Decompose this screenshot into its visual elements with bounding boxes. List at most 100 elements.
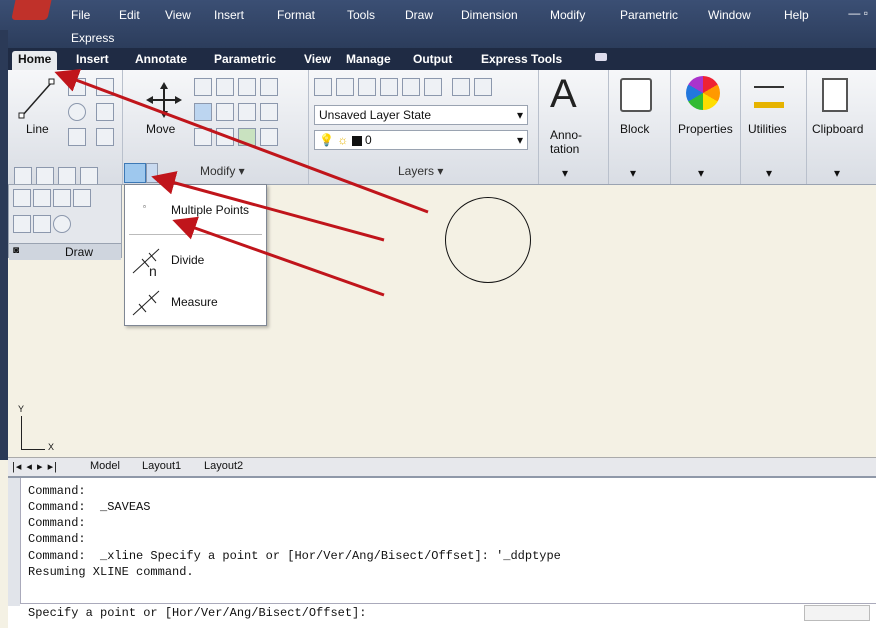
offset-icon[interactable] [216,128,234,146]
command-window-grip[interactable] [8,478,21,606]
properties-icon[interactable] [686,76,720,110]
xline-icon[interactable] [80,167,98,185]
erase-icon[interactable] [194,128,212,146]
scale-icon[interactable] [216,103,234,121]
modify-panel-title[interactable]: Modify ▾ [200,164,245,178]
wipeout-icon[interactable] [33,189,51,207]
tab-annotate[interactable]: Annotate [135,52,187,66]
menu-help[interactable]: Help [784,8,809,22]
tab-navigation-icons[interactable]: |◂ ◂ ▸ ▸| [12,460,58,473]
fillet-icon[interactable] [260,128,278,146]
gradient-icon[interactable] [13,215,31,233]
pin-icon[interactable]: ◙ [13,245,19,256]
chevron-down-icon[interactable]: ▾ [698,166,704,180]
tab-view[interactable]: View [304,52,331,66]
menu-edit[interactable]: Edit [119,8,140,22]
dropdown-item-measure[interactable]: Measure [125,283,266,323]
menu-modify[interactable]: Modify [550,8,585,22]
properties-label[interactable]: Properties [678,122,733,136]
annotation-label-2[interactable]: tation [550,142,579,156]
chevron-down-icon[interactable]: ▾ [630,166,636,180]
line-button-label[interactable]: Line [26,122,49,136]
layer-state-dropdown[interactable]: Unsaved Layer State ▾ [314,105,528,125]
block-icon[interactable] [620,78,652,112]
menu-dimension[interactable]: Dimension [461,8,518,22]
point-button-icon[interactable] [124,163,146,183]
ray-icon[interactable] [58,167,76,185]
move-button-label[interactable]: Move [146,122,175,136]
layer-states-icon[interactable] [336,78,354,96]
mirror-icon[interactable] [238,103,256,121]
layer-match-icon[interactable] [358,78,376,96]
menu-window[interactable]: Window [708,8,751,22]
circle-icon[interactable] [68,103,86,121]
tab-insert[interactable]: Insert [76,52,109,66]
boundary-icon[interactable] [53,189,71,207]
chevron-down-icon[interactable]: ▾ [562,166,568,180]
hatch-icon[interactable] [96,128,114,146]
tab-layout2[interactable]: Layout2 [204,460,243,472]
polygon-icon[interactable] [36,167,54,185]
menu-parametric[interactable]: Parametric [620,8,678,22]
copy-icon[interactable] [194,78,212,96]
menu-format[interactable]: Format [277,8,315,22]
menu-insert[interactable]: Insert [214,8,244,22]
layer-unisolate-icon[interactable] [424,78,442,96]
command-scrollbar[interactable] [804,605,870,621]
spline-icon[interactable] [96,78,114,96]
layer-dropdown[interactable]: 💡 ☼ 0 ▾ [314,130,528,150]
stretch-icon[interactable] [194,103,212,121]
dropdown-item-divide[interactable]: n Divide [125,241,266,281]
drawn-circle[interactable] [445,197,531,283]
dropdown-item-multiple-points[interactable]: ▫ Multiple Points [125,199,266,221]
revcloud-icon[interactable] [73,189,91,207]
layer-previous-icon[interactable] [380,78,398,96]
tab-model[interactable]: Model [90,460,120,472]
clipboard-icon[interactable] [822,78,848,112]
utilities-icon[interactable] [754,86,784,108]
tab-manage[interactable]: Manage [346,52,391,66]
chevron-down-icon[interactable]: ▾ [834,166,840,180]
region-icon[interactable] [13,189,31,207]
tab-layout1[interactable]: Layout1 [142,460,181,472]
array-icon[interactable] [238,128,256,146]
menu-express[interactable]: Express [71,31,114,45]
polyline-icon[interactable] [68,78,86,96]
window-controls-icon[interactable]: — ▫ [848,6,868,20]
command-input[interactable]: Specify a point or [Hor/Ver/Ang/Bisect/O… [20,603,876,624]
app-logo-icon[interactable] [11,0,53,20]
point-dropdown-arrow-icon[interactable] [146,163,158,183]
ribbon-minimize-icon[interactable] [595,53,607,61]
menu-tools[interactable]: Tools [347,8,375,22]
menu-draw[interactable]: Draw [405,8,433,22]
extend-icon[interactable] [260,78,278,96]
block-label[interactable]: Block [620,122,649,136]
layer-properties-icon[interactable] [314,78,332,96]
utilities-label[interactable]: Utilities [748,122,787,136]
layer-freeze-icon[interactable] [452,78,470,96]
layer-isolate-icon[interactable] [402,78,420,96]
arc-icon[interactable] [68,128,86,146]
chevron-down-icon[interactable]: ▾ [766,166,772,180]
tab-parametric[interactable]: Parametric [214,52,276,66]
donut-icon[interactable] [53,215,71,233]
explode-icon[interactable] [260,103,278,121]
menu-file[interactable]: File [71,8,90,22]
rotate-icon[interactable] [216,78,234,96]
tab-home[interactable]: Home [12,51,58,71]
trim-icon[interactable] [238,78,256,96]
move-icon[interactable] [146,82,182,118]
layer-off-icon[interactable] [474,78,492,96]
tab-output[interactable]: Output [413,52,452,66]
layers-panel-title[interactable]: Layers ▾ [398,164,443,178]
annotation-label-1[interactable]: Anno- [550,128,582,142]
rectangle-icon[interactable] [96,103,114,121]
menu-view[interactable]: View [165,8,191,22]
clipboard-label[interactable]: Clipboard [812,122,863,136]
table-icon[interactable] [33,215,51,233]
spline-tool-icon[interactable] [14,167,32,185]
annotation-icon[interactable]: A [550,72,577,117]
line-icon[interactable] [18,78,58,120]
draw-panel-title-bar[interactable]: ◙ Draw [9,243,121,260]
tab-express-tools[interactable]: Express Tools [481,52,562,66]
